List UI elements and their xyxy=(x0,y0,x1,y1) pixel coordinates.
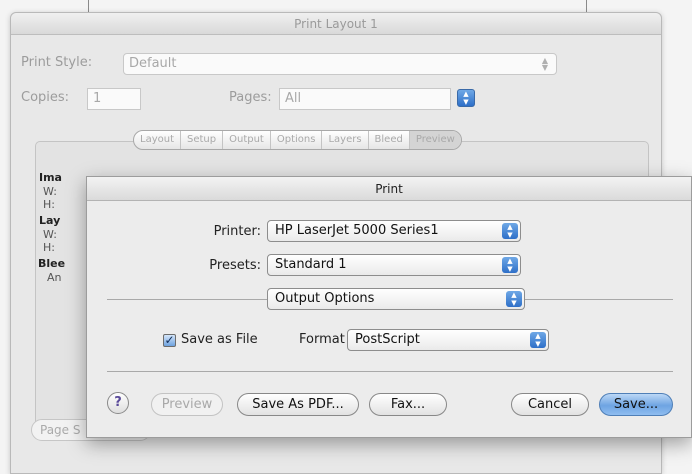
format-label: Format xyxy=(299,332,345,347)
tab-options[interactable]: Options xyxy=(271,131,323,149)
up-down-arrows-icon: ▲ ▼ xyxy=(502,223,518,239)
tab-setup[interactable]: Setup xyxy=(181,131,224,149)
copies-field[interactable]: 1 xyxy=(87,88,141,110)
format-value: PostScript xyxy=(355,332,420,347)
up-down-arrows-icon: ▲ ▼ xyxy=(541,56,549,72)
fax-button[interactable]: Fax... xyxy=(369,393,447,416)
pane-value: Output Options xyxy=(275,291,375,306)
up-down-arrows-icon: ▲ ▼ xyxy=(502,257,518,273)
side-label-layout: Lay xyxy=(39,214,61,227)
copies-label: Copies: xyxy=(21,90,70,105)
up-down-arrows-icon: ▲ ▼ xyxy=(463,90,469,106)
tab-bleed[interactable]: Bleed xyxy=(369,131,410,149)
preview-button[interactable]: Preview xyxy=(151,393,223,416)
up-down-arrows-icon: ▲ ▼ xyxy=(506,291,522,307)
separator-left xyxy=(107,299,267,300)
print-dialog: Print Printer: HP LaserJet 5000 Series1 … xyxy=(86,176,692,438)
cancel-button[interactable]: Cancel xyxy=(511,393,589,416)
guide-line-left xyxy=(88,0,89,12)
tab-preview[interactable]: Preview xyxy=(409,131,461,149)
printer-value: HP LaserJet 5000 Series1 xyxy=(275,223,439,238)
format-popup[interactable]: PostScript ▲ ▼ xyxy=(347,329,549,351)
printer-popup[interactable]: HP LaserJet 5000 Series1 ▲ ▼ xyxy=(267,220,521,242)
checkmark-icon: ✓ xyxy=(164,333,175,347)
print-dialog-title: Print xyxy=(87,177,691,201)
print-style-label: Print Style: xyxy=(21,55,93,70)
presets-value: Standard 1 xyxy=(275,257,347,272)
side-label-image-h: H: xyxy=(43,198,55,211)
presets-label: Presets: xyxy=(209,258,261,273)
pages-stepper[interactable]: ▲ ▼ xyxy=(457,89,475,107)
side-label-image-w: W: xyxy=(43,185,57,198)
side-label-image: Ima xyxy=(39,171,62,184)
up-down-arrows-icon: ▲ ▼ xyxy=(530,332,546,348)
pages-field[interactable]: All xyxy=(279,88,451,110)
save-button[interactable]: Save... xyxy=(599,393,673,416)
save-as-file-label[interactable]: Save as File xyxy=(181,332,258,347)
pane-popup[interactable]: Output Options ▲ ▼ xyxy=(267,288,525,310)
guide-line-right xyxy=(586,0,587,12)
printer-label: Printer: xyxy=(213,224,261,239)
pages-label: Pages: xyxy=(229,90,272,105)
side-label-bleed-amount: An xyxy=(47,271,62,284)
print-style-value: Default xyxy=(129,56,177,71)
print-layout-title: Print Layout 1 xyxy=(11,13,661,35)
presets-popup[interactable]: Standard 1 ▲ ▼ xyxy=(267,254,521,276)
side-label-bleed: Blee xyxy=(38,257,66,270)
tab-output[interactable]: Output xyxy=(223,131,271,149)
save-as-file-checkbox[interactable]: ✓ xyxy=(163,334,176,347)
tab-layout[interactable]: Layout xyxy=(134,131,181,149)
separator-bottom xyxy=(107,371,673,372)
tab-layers[interactable]: Layers xyxy=(322,131,369,149)
question-mark-icon[interactable]: ? xyxy=(107,392,129,414)
print-style-select[interactable]: Default ▲ ▼ xyxy=(123,53,557,75)
side-label-layout-h: H: xyxy=(43,241,55,254)
side-label-layout-w: W: xyxy=(43,228,57,241)
layout-tabbar: Layout Setup Output Options Layers Bleed… xyxy=(133,130,462,150)
separator-right xyxy=(525,299,673,300)
save-as-pdf-button[interactable]: Save As PDF... xyxy=(237,393,359,416)
